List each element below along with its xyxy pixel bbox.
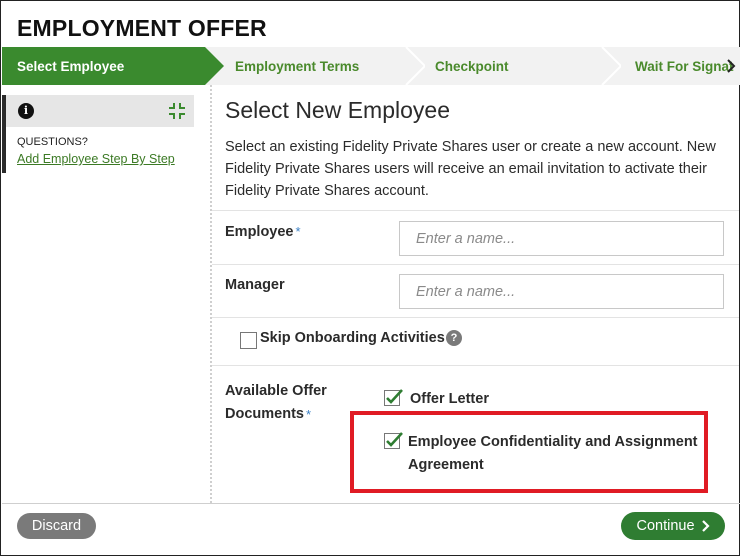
offer-documents-label: Available Offer Documents *	[225, 380, 327, 426]
chevron-right-icon[interactable]	[726, 58, 736, 74]
offer-letter-checkbox[interactable]	[384, 389, 404, 407]
collapse-icon[interactable]	[168, 102, 186, 120]
info-icon: i	[18, 103, 34, 119]
skip-onboarding-label: Skip Onboarding Activities	[260, 330, 445, 346]
offer-documents-label-line1: Available Offer	[225, 383, 327, 399]
step-select-employee[interactable]: Select Employee	[2, 47, 224, 85]
offer-documents-label-text: Documents	[225, 406, 304, 422]
step-employment-terms[interactable]: Employment Terms	[205, 47, 425, 85]
questions-label: QUESTIONS?	[17, 136, 88, 148]
required-mark: *	[295, 224, 301, 239]
step-label: Select Employee	[17, 58, 125, 74]
progress-stepper: Wait For Signat Checkpoint Employment Te…	[2, 47, 740, 85]
employment-offer-window: EMPLOYMENT OFFER Wait For Signat Checkpo…	[0, 0, 740, 556]
page-title: EMPLOYMENT OFFER	[17, 15, 267, 41]
manager-input[interactable]	[399, 274, 724, 309]
employee-label: Employee *	[225, 224, 301, 240]
section-description: Select an existing Fidelity Private Shar…	[225, 139, 716, 199]
section-heading: Select New Employee	[225, 97, 450, 123]
employee-label-text: Employee	[225, 224, 294, 240]
panel-divider	[210, 85, 212, 503]
chevron-right-icon	[701, 520, 710, 532]
step-label: Checkpoint	[435, 58, 509, 74]
highlight-box	[350, 411, 708, 493]
step-checkpoint[interactable]: Checkpoint	[406, 47, 621, 85]
step-label: Wait For Signat	[635, 58, 734, 74]
footer-divider	[2, 503, 740, 504]
employee-input[interactable]	[399, 221, 724, 256]
help-panel: i QUESTIONS? Add Employee Step By Step	[2, 95, 194, 173]
step-wait-for-signature[interactable]: Wait For Signat	[602, 47, 740, 85]
row-divider	[212, 365, 739, 366]
discard-button-label: Discard	[31, 518, 82, 534]
skip-onboarding-checkbox[interactable]	[240, 332, 257, 349]
step-by-step-link[interactable]: Add Employee Step By Step	[17, 152, 175, 166]
offer-letter-label: Offer Letter	[410, 391, 489, 407]
row-divider	[212, 210, 739, 211]
offer-documents-label-line2: Documents *	[225, 403, 327, 426]
help-icon[interactable]: ?	[446, 330, 462, 346]
manager-label: Manager	[225, 277, 285, 293]
continue-button-label: Continue	[636, 518, 695, 534]
row-divider	[212, 317, 739, 318]
row-divider	[212, 264, 739, 265]
step-label: Employment Terms	[235, 58, 360, 74]
continue-button[interactable]: Continue	[621, 512, 725, 540]
discard-button[interactable]: Discard	[17, 513, 96, 539]
help-panel-header: i	[6, 95, 194, 127]
required-mark: *	[305, 407, 312, 422]
